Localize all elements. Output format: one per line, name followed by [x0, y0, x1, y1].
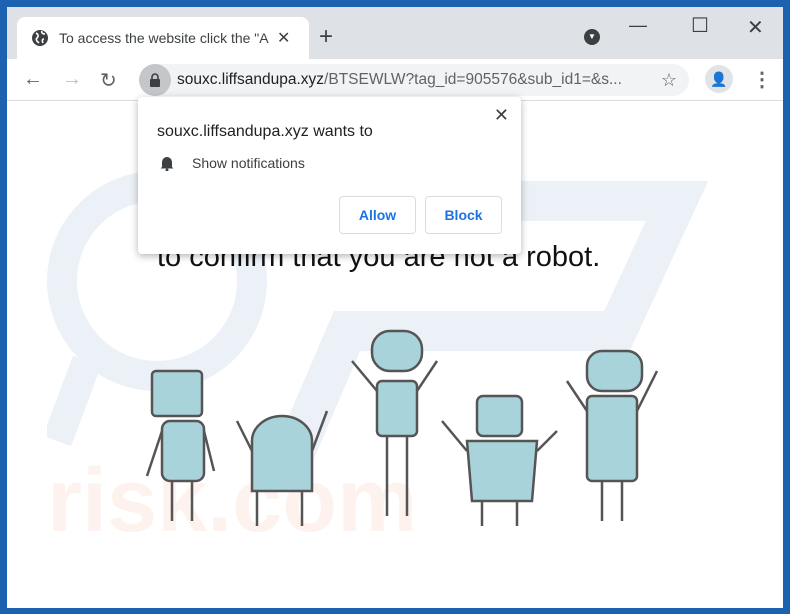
url-host: souxc.liffsandupa.xyz [177, 71, 325, 88]
close-window-button[interactable]: ✕ [747, 15, 764, 40]
forward-button[interactable]: → [62, 68, 82, 91]
tab-close-icon[interactable]: ✕ [277, 28, 290, 48]
robots-illustration [145, 329, 659, 526]
bell-icon [160, 157, 174, 171]
new-tab-button[interactable]: + [319, 23, 333, 51]
permission-label: Show notifications [192, 155, 305, 171]
browser-window: To access the website click the "Allow" … [7, 7, 783, 608]
notification-permission-popup: souxc.liffsandupa.xyz wants to ✕ Show no… [138, 97, 521, 254]
tab-active[interactable]: To access the website click the "Allow" … [17, 17, 309, 59]
allow-button[interactable]: Allow [339, 196, 416, 234]
popup-title: souxc.liffsandupa.xyz wants to [157, 123, 373, 140]
menu-kebab-icon[interactable]: ⋮ [752, 67, 772, 92]
url-path: /BTSEWLW?tag_id=905576&sub_id1=&s... [324, 71, 622, 88]
tab-title: To access the website click the "Allow" [59, 30, 269, 46]
bookmark-star-icon[interactable]: ☆ [661, 70, 677, 91]
toolbar: ← → ↻ souxc.liffsandupa.xyz/BTSEWLW?tag_… [7, 59, 783, 101]
popup-close-icon[interactable]: ✕ [494, 105, 509, 126]
reload-button[interactable]: ↻ [100, 68, 117, 93]
tab-search-icon[interactable]: ▼ [584, 29, 600, 45]
back-button[interactable]: ← [23, 68, 43, 91]
address-bar[interactable]: souxc.liffsandupa.xyz/BTSEWLW?tag_id=905… [139, 64, 689, 96]
maximize-button[interactable]: ☐ [691, 13, 709, 38]
profile-avatar-icon[interactable]: 👤 [705, 65, 733, 93]
globe-icon [32, 30, 48, 46]
tab-bar: To access the website click the "Allow" … [7, 7, 783, 59]
lock-icon[interactable] [139, 64, 171, 96]
minimize-button[interactable]: — [629, 15, 647, 36]
block-button[interactable]: Block [425, 196, 502, 234]
